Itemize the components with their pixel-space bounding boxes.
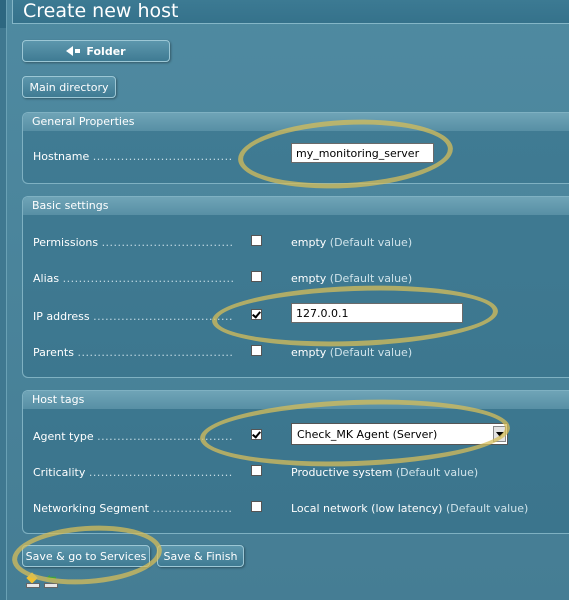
main-directory-button[interactable]: Main directory xyxy=(22,76,116,98)
folder-button-label: Folder xyxy=(86,44,126,58)
parents-value: empty (Default value) xyxy=(291,346,413,359)
alias-checkbox[interactable] xyxy=(251,271,262,282)
permissions-value: empty (Default value) xyxy=(291,236,413,249)
save-finish-button[interactable]: Save & Finish xyxy=(157,545,244,567)
networking-segment-row: Networking Segment .....................… xyxy=(33,499,563,519)
ip-address-row: IP address .............................… xyxy=(33,303,563,327)
left-edge-strip xyxy=(0,0,7,600)
back-link-icon[interactable] xyxy=(44,574,58,588)
alias-row: Alias ..................................… xyxy=(33,269,563,289)
main-directory-label: Main directory xyxy=(29,80,109,94)
hostname-row: Hostname ...............................… xyxy=(33,143,563,167)
permissions-checkbox[interactable] xyxy=(251,235,262,246)
back-arrow-icon xyxy=(66,46,81,56)
section-title: Basic settings xyxy=(23,197,569,215)
alias-value: empty (Default value) xyxy=(291,272,413,285)
permissions-label: Permissions ............................… xyxy=(33,236,233,249)
save-go-to-services-button[interactable]: Save & go to Services xyxy=(22,545,150,567)
page-title: Create new host xyxy=(23,0,179,22)
networking-segment-label: Networking Segment .....................… xyxy=(33,502,233,515)
basic-settings-section: Basic settings Permissions .............… xyxy=(22,196,569,378)
networking-segment-checkbox[interactable] xyxy=(251,501,262,512)
parents-checkbox[interactable] xyxy=(251,345,262,356)
sidebar-toggle-tab[interactable] xyxy=(0,0,6,28)
add-bookmark-icon[interactable] xyxy=(26,572,40,588)
parents-row: Parents ................................… xyxy=(33,343,563,363)
criticality-checkbox[interactable] xyxy=(251,465,262,476)
hostname-label: Hostname ...............................… xyxy=(33,150,233,163)
agent-type-row: Agent type .............................… xyxy=(33,423,563,447)
folder-button[interactable]: Folder xyxy=(22,40,170,62)
agent-type-label: Agent type .............................… xyxy=(33,430,233,443)
section-title: General Properties xyxy=(23,113,569,131)
criticality-label: Criticality ............................… xyxy=(33,466,233,479)
alias-label: Alias ..................................… xyxy=(33,272,233,285)
dropdown-arrow-icon[interactable] xyxy=(493,426,506,442)
permissions-row: Permissions ............................… xyxy=(33,233,563,253)
agent-type-select[interactable]: Check_MK Agent (Server) xyxy=(291,423,508,445)
save-finish-label: Save & Finish xyxy=(163,549,238,563)
parents-label: Parents ................................… xyxy=(33,346,233,359)
general-properties-section: General Properties Hostname ............… xyxy=(22,112,569,184)
section-title: Host tags xyxy=(23,391,569,409)
host-tags-section: Host tags Agent type ...................… xyxy=(22,390,569,534)
networking-segment-value: Local network (low latency) (Default val… xyxy=(291,502,529,515)
criticality-value: Productive system (Default value) xyxy=(291,466,479,479)
save-go-to-services-label: Save & go to Services xyxy=(25,549,147,563)
hostname-input[interactable]: my_monitoring_server xyxy=(291,143,434,163)
criticality-row: Criticality ............................… xyxy=(33,463,563,483)
agent-type-selected: Check_MK Agent (Server) xyxy=(297,428,438,441)
title-bar: Create new host xyxy=(12,0,569,24)
ip-address-input[interactable]: 127.0.0.1 xyxy=(291,303,463,323)
agent-type-checkbox[interactable] xyxy=(251,429,262,440)
ip-address-checkbox[interactable] xyxy=(251,309,262,320)
ip-address-label: IP address .............................… xyxy=(33,310,233,323)
footer-icons xyxy=(26,572,58,588)
